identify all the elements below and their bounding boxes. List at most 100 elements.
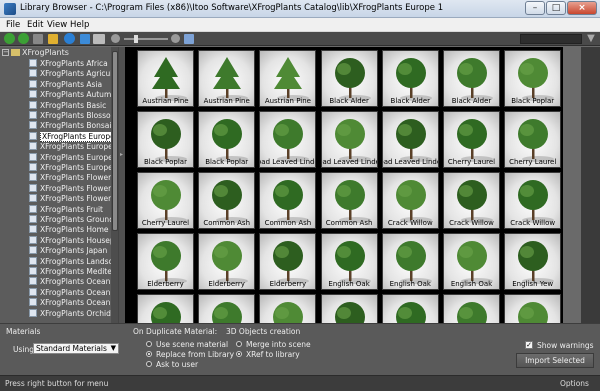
tree-item[interactable]: XFrogPlants Oceania 1 (29, 277, 118, 287)
thumbnail-caption: Black Poplar (511, 97, 555, 105)
radio-use-scene[interactable] (146, 341, 152, 347)
tree-item[interactable]: XFrogPlants Oceania 3 (29, 298, 118, 308)
thumbnail-item[interactable] (259, 294, 317, 323)
thumbnail-item[interactable]: Black Poplar (198, 111, 256, 168)
thumbnail-item[interactable]: Common Ash (320, 172, 378, 229)
thumbnail-item[interactable]: English Oak (320, 233, 378, 290)
img-view-icon[interactable] (93, 34, 105, 44)
tree-item[interactable]: XFrogPlants Mediterrar (29, 267, 118, 277)
tree-item[interactable]: XFrogPlants Agricultur (29, 69, 118, 79)
thumbnail-item[interactable]: Crack Willow (381, 172, 439, 229)
forward-arrow-icon[interactable] (18, 33, 29, 44)
tree-item[interactable]: XFrogPlants Asia (29, 79, 118, 90)
tree-item[interactable]: XFrogPlants Landscapi (29, 256, 118, 267)
thumbnail-item[interactable]: Austrian Pine (137, 50, 194, 107)
thumbnail-item[interactable]: Black Alder (381, 50, 439, 107)
materials-select[interactable]: Standard Materials ▼ (33, 343, 119, 354)
tree-scrollbar[interactable] (111, 47, 118, 323)
tree-item[interactable]: XFrogPlants Home Gar (29, 225, 118, 235)
tree-item[interactable]: XFrogPlants Fruit (29, 204, 118, 215)
import-selected-button[interactable]: Import Selected (516, 353, 594, 368)
thumbnail-item[interactable] (137, 294, 194, 323)
stop-icon[interactable] (33, 34, 43, 44)
tree-item[interactable]: XFrogPlants Europe 3- (29, 163, 118, 173)
thumbnail-item[interactable]: Austrian Pine (198, 50, 256, 107)
tree-item[interactable]: XFrogPlants Orchids (29, 308, 118, 319)
options-button[interactable]: Options (560, 379, 589, 388)
menu-file[interactable]: File (6, 20, 20, 30)
splitter-grip-icon: ▸ (120, 151, 124, 158)
thumbnail-item[interactable]: oad Leaved Linde (381, 111, 439, 168)
thumbnail-item[interactable]: Common Ash (259, 172, 317, 229)
tree-item[interactable]: XFrogPlants Groundco (29, 215, 118, 225)
tree-item[interactable]: XFrogPlants Bonsai (29, 121, 118, 131)
radio-replace-library[interactable] (146, 351, 152, 357)
radio-ask-user[interactable] (146, 361, 152, 367)
info-icon[interactable] (184, 34, 194, 44)
thumbnail-item[interactable]: Crack Willow (504, 172, 562, 229)
tree-item[interactable]: XFrogPlants Autumn (29, 90, 118, 100)
collapse-icon[interactable]: − (2, 49, 9, 56)
zoom-out-icon[interactable] (111, 34, 120, 43)
thumbnail-item[interactable]: Cherry Laurel (504, 111, 562, 168)
zoom-slider-handle[interactable] (134, 35, 138, 43)
thumbnail-item[interactable]: Common Ash (198, 172, 256, 229)
tree-scroll-thumb[interactable] (112, 51, 118, 231)
menu-view[interactable]: View (47, 20, 67, 30)
thumbnail-item[interactable]: oad Leaved Linde (259, 111, 317, 168)
tree-item[interactable]: XFrogPlants Africa (29, 59, 118, 69)
thumbnail-item[interactable] (381, 294, 439, 323)
thumbnail-item[interactable] (443, 294, 500, 323)
minimize-button[interactable]: – (525, 1, 545, 15)
thumbnail-item[interactable]: English Oak (443, 233, 500, 290)
folder-icon[interactable] (48, 34, 58, 44)
tree-item[interactable]: XFrogPlants Europe 1 (29, 131, 118, 142)
zoom-slider[interactable] (124, 38, 168, 40)
thumbnail-item[interactable]: Black Alder (320, 50, 378, 107)
zoom-in-icon[interactable] (171, 34, 180, 43)
download-icon[interactable] (80, 34, 90, 44)
thumbnail-item[interactable] (198, 294, 256, 323)
close-button[interactable]: × (567, 1, 597, 15)
library-icon (29, 194, 37, 203)
tree-item[interactable]: XFrogPlants Basic (29, 100, 118, 111)
tree-item[interactable]: XFrogPlants Flowers 2 (29, 183, 118, 194)
tree-item[interactable]: XFrogPlants Japan (29, 246, 118, 256)
tree-root[interactable]: − XFrogPlants (2, 48, 69, 59)
thumbnail-item[interactable]: oad Leaved Linde (320, 111, 378, 168)
thumbnail-item[interactable]: Cherry Laurel (443, 111, 500, 168)
search-input[interactable] (520, 34, 582, 44)
tree-item[interactable]: XFrogPlants Flowers 1 (29, 173, 118, 183)
tree-item[interactable]: XFrogPlants Europe 3- (29, 152, 118, 163)
thumbnail-item[interactable] (320, 294, 378, 323)
thumbnail-item[interactable]: Black Alder (443, 50, 500, 107)
radio-xref-library[interactable] (236, 351, 242, 357)
thumbnail-item[interactable]: Black Poplar (504, 50, 562, 107)
thumbnail-item[interactable] (504, 294, 562, 323)
thumbnail-item[interactable]: Elderberry (198, 233, 256, 290)
tree-item[interactable]: XFrogPlants Europe 2 (29, 142, 118, 152)
thumbnail-caption: oad Leaved Linde (259, 158, 317, 166)
library-icon (29, 111, 37, 119)
maximize-button[interactable]: □ (546, 1, 566, 15)
menu-help[interactable]: Help (70, 20, 89, 30)
refresh-icon[interactable] (64, 33, 75, 44)
tree-item[interactable]: XFrogPlants Blossomin (29, 111, 118, 121)
thumbnail-item[interactable]: Elderberry (259, 233, 317, 290)
thumbnail-item[interactable]: Black Poplar (137, 111, 194, 168)
tree-item[interactable]: XFrogPlants Oceania 2 (29, 287, 118, 298)
filter-icon[interactable]: ▼ (585, 33, 597, 45)
menu-edit[interactable]: Edit (27, 20, 43, 30)
thumbnail-item[interactable]: English Oak (381, 233, 439, 290)
thumbnail-item[interactable]: Cherry Laurel (137, 172, 194, 229)
back-arrow-icon[interactable] (4, 33, 15, 44)
thumbnail-item[interactable]: Crack Willow (443, 172, 500, 229)
grid-scrollbar[interactable] (581, 47, 600, 323)
tree-item[interactable]: XFrogPlants Flowers 3 (29, 194, 118, 204)
tree-item[interactable]: XFrogPlants Houseplar (29, 235, 118, 246)
show-warnings-checkbox[interactable]: ✓ (525, 341, 533, 349)
thumbnail-item[interactable]: English Yew (504, 233, 562, 290)
thumbnail-item[interactable]: Austrian Pine (259, 50, 317, 107)
thumbnail-item[interactable]: Elderberry (137, 233, 194, 290)
radio-merge-scene[interactable] (236, 341, 242, 347)
